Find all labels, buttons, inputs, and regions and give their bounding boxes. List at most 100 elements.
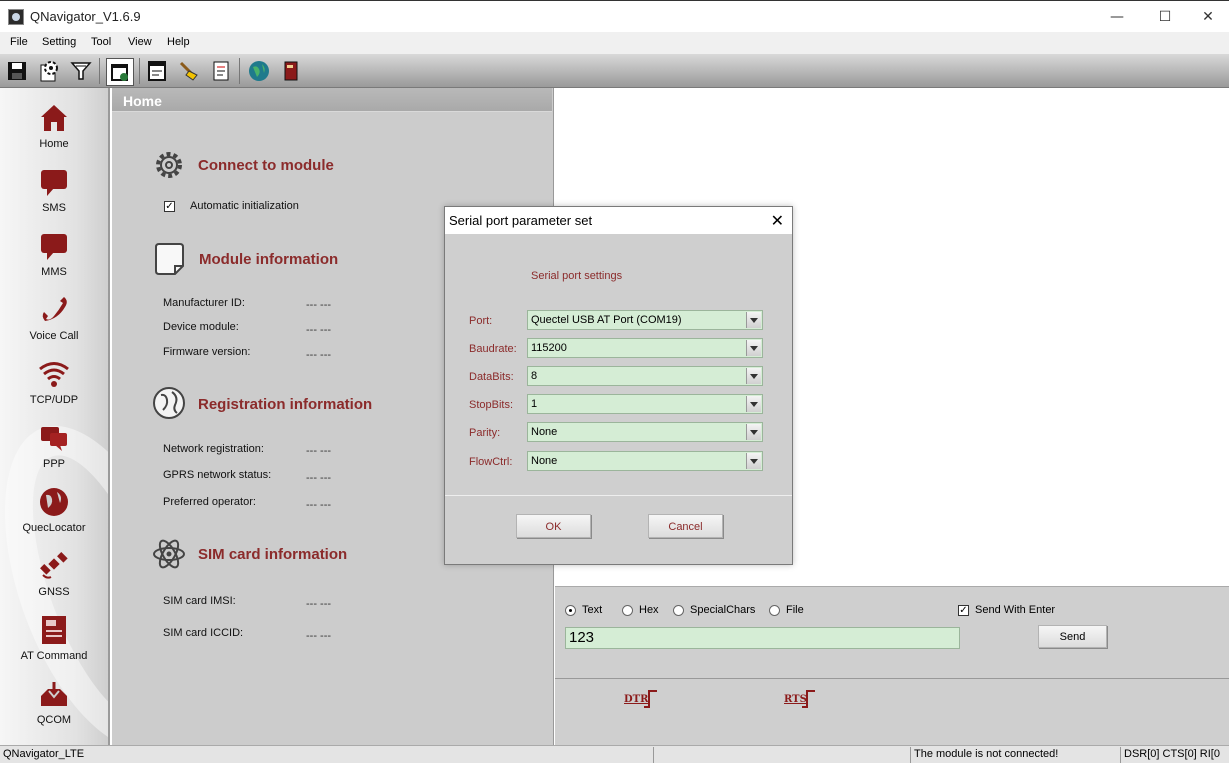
send-panel: Text Hex SpecialChars File ✓ Send With E… [555,586,1229,745]
preferred-operator-label: Preferred operator: [163,496,256,508]
chevron-down-icon [746,368,761,384]
mode-text-label: Text [582,604,603,616]
maximize-button[interactable]: ☐ [1142,5,1188,29]
app-icon [8,9,24,25]
sidebar-item-mms[interactable]: MMS [0,230,108,292]
sidebar-item-at-command[interactable]: AT Command [0,614,108,676]
gprs-status-label: GPRS network status: [163,469,272,481]
status-empty [653,747,909,763]
chat-icon [41,427,67,451]
sim-imsi-label: SIM card IMSI: [163,595,236,607]
chevron-down-icon [746,424,761,440]
mode-text-radio[interactable] [565,605,576,616]
flowctrl-value: None [531,455,558,467]
send-button[interactable]: Send [1038,625,1107,648]
sidebar-item-voice-call[interactable]: Voice Call [0,294,108,356]
dialog-close-icon[interactable]: ✕ [771,211,784,230]
menu-file[interactable]: File [10,36,28,48]
wifi-icon [39,362,69,387]
sidebar-item-ppp[interactable]: PPP [0,422,108,484]
toolbar-separator [239,58,240,84]
sim-info-title: SIM card information [198,546,348,563]
sidebar-item-qcom[interactable]: QCOM [0,678,108,740]
mode-file-radio[interactable] [769,605,780,616]
chevron-down-icon [746,312,761,328]
firmware-version-value: --- --- [306,349,332,361]
phone-icon [42,297,67,321]
manufacturer-id-label: Manufacturer ID: [163,297,245,309]
menu-bar: File Setting Tool View Help [0,32,1229,54]
auto-init-checkbox[interactable]: ✓ [164,201,175,212]
parity-value: None [531,426,558,438]
menu-tool[interactable]: Tool [91,36,111,48]
minimize-button[interactable]: — [1094,5,1140,29]
flowctrl-select[interactable]: None [527,451,763,471]
mode-specialchars-radio[interactable] [673,605,684,616]
sidebar-item-label: TCP/UDP [29,394,79,406]
toolbar-separator [99,58,100,84]
settings-icon[interactable] [37,59,61,83]
status-connection: The module is not connected! [910,747,1116,763]
sidebar-item-label: MMS [41,266,67,278]
atom-icon [153,539,185,569]
stopbits-select[interactable]: 1 [527,394,763,414]
dialog-title: Serial port parameter set [445,207,792,234]
rts-toggle[interactable]: RTS [784,690,818,710]
web-icon[interactable] [247,59,271,83]
sidebar-item-queclocator[interactable]: QuecLocator [0,486,108,548]
mode-hex-radio[interactable] [622,605,633,616]
save-icon[interactable] [5,59,29,83]
close-button[interactable]: ✕ [1185,5,1229,29]
parity-select[interactable]: None [527,422,763,442]
auto-init-label: Automatic initialization [190,200,299,212]
baudrate-label: Baudrate: [469,343,517,355]
save-log-icon[interactable] [145,59,169,83]
stopbits-label: StopBits: [469,399,514,411]
new-window-icon[interactable] [106,58,134,86]
ok-button[interactable]: OK [516,514,591,538]
document-icon [155,243,184,275]
status-bar: QNavigator_LTE The module is not connect… [0,745,1229,763]
sidebar-item-home[interactable]: Home [0,102,108,164]
clean-icon[interactable] [177,59,201,83]
mode-file-label: File [786,604,804,616]
sim-iccid-value: --- --- [306,630,332,642]
network-registration-label: Network registration: [163,443,264,455]
qcom-icon [41,682,67,706]
baudrate-select[interactable]: 115200 [527,338,763,358]
globe-icon [153,387,185,419]
sms-icon [41,170,67,196]
sidebar-item-label: QCOM [36,714,72,726]
databits-select[interactable]: 8 [527,366,763,386]
dtr-signal-icon [644,690,657,708]
sidebar-item-label: PPP [42,458,65,470]
menu-setting[interactable]: Setting [42,36,76,48]
port-value: Quectel USB AT Port (COM19) [531,314,682,326]
sidebar-item-label: Home [39,138,69,150]
dtr-toggle[interactable]: DTR [624,690,658,710]
sidebar: Home SMS MMS Voice Call TCP/UDP PPP Quec… [0,88,110,745]
sidebar-item-label: SMS [42,202,66,214]
send-with-enter-checkbox[interactable]: ✓ [958,605,969,616]
port-select[interactable]: Quectel USB AT Port (COM19) [527,310,763,330]
filter-icon[interactable] [69,59,93,83]
home-icon [41,105,67,131]
menu-help[interactable]: Help [167,36,190,48]
module-info-title: Module information [199,251,339,268]
registration-info-title: Registration information [198,396,373,413]
cancel-button[interactable]: Cancel [648,514,723,538]
sidebar-item-tcp-udp[interactable]: TCP/UDP [0,358,108,420]
mms-icon [41,234,67,260]
help-book-icon[interactable] [279,59,303,83]
send-input[interactable]: 123 [565,627,960,649]
sim-imsi-value: --- --- [306,598,332,610]
firmware-version-label: Firmware version: [163,346,251,358]
sidebar-item-sms[interactable]: SMS [0,166,108,228]
preferred-operator-value: --- --- [306,499,332,511]
device-module-value: --- --- [306,324,332,336]
sidebar-item-gnss[interactable]: GNSS [0,550,108,612]
script-icon[interactable] [209,59,233,83]
toolbar-separator [139,58,140,84]
rts-signal-icon [802,690,815,708]
menu-view[interactable]: View [128,36,152,48]
